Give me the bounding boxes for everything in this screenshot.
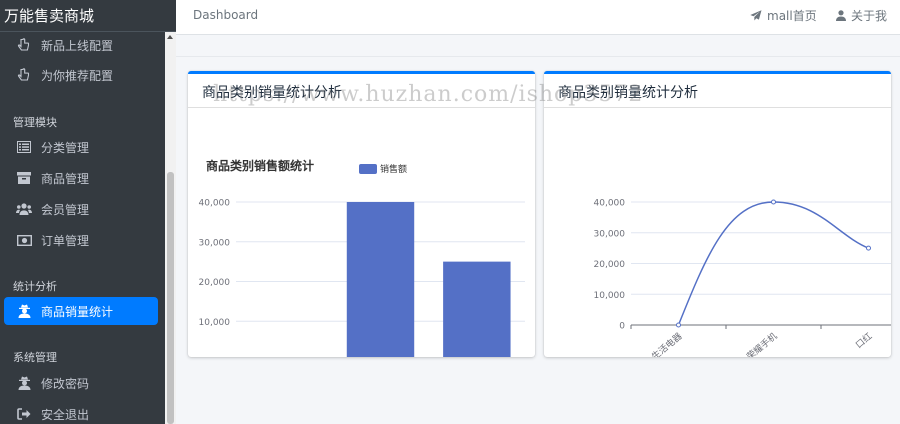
y-tick-label: 0	[619, 322, 625, 332]
sidebar-item-label: 为你推荐配置	[41, 68, 114, 83]
legend-swatch	[359, 164, 377, 174]
sidebar-item-members[interactable]: 会员管理	[4, 195, 158, 223]
y-tick-label: 20,000	[594, 260, 626, 270]
bar-chart: 商品类别销售额统计销售额010,00020,00030,00040,000生活电…	[199, 158, 525, 357]
nav-header-stats: 统计分析	[13, 280, 57, 293]
about-me-link[interactable]: 关于我	[836, 7, 887, 24]
nav-header-system: 系统管理	[13, 351, 57, 364]
sidebar-item-goods[interactable]: 商品管理	[4, 164, 158, 192]
content-header	[176, 35, 900, 57]
sidebar-item-sales-stats[interactable]: 商品销量统计	[4, 297, 158, 325]
hand-pointer-icon	[16, 38, 32, 52]
sidebar-item-label: 修改密码	[41, 376, 90, 391]
scroll-up-arrow-icon[interactable]	[167, 35, 173, 39]
sidebar-item-change-password[interactable]: 修改密码	[4, 369, 158, 397]
breadcrumb[interactable]: Dashboard	[193, 8, 258, 22]
legend-label: 销售额	[380, 163, 407, 175]
paper-plane-icon	[750, 10, 762, 21]
y-tick-label: 30,000	[199, 238, 231, 248]
line-chart-card: 商品类别销量统计分析 0 10,000 20,000 30,000 40,000 生活电器…	[544, 71, 891, 357]
sidebar-item-label: 会员管理	[41, 202, 90, 217]
top-navbar: Dashboard mall首页 关于我	[176, 0, 900, 35]
nav-header-manage: 管理模块	[13, 116, 57, 129]
scroll-thumb[interactable]	[167, 172, 174, 424]
user-secret-icon	[16, 304, 32, 318]
sidebar-scrollbar[interactable]	[165, 32, 176, 424]
y-tick-label: 20,000	[199, 278, 231, 288]
data-point	[866, 245, 871, 251]
sidebar-item-new-products[interactable]: 新品上线配置	[4, 31, 158, 59]
line-chart: 0 10,000 20,000 30,000 40,000 生活电器 荣耀手机 口红	[594, 199, 891, 357]
sidebar-item-label: 安全退出	[41, 407, 90, 422]
sidebar-item-orders[interactable]: 订单管理	[4, 226, 158, 254]
archive-icon	[16, 171, 32, 185]
sidebar-item-label: 订单管理	[41, 233, 90, 248]
card-title: 商品类别销量统计分析	[544, 74, 891, 108]
user-secret-icon	[16, 376, 32, 390]
x-tick-label: 生活电器	[649, 330, 684, 357]
y-tick-label: 40,000	[199, 199, 231, 209]
sidebar: 万能售卖商城 新品上线配置 为你推荐配置 管理模块 分类管理 商品管理 会员管理…	[0, 0, 176, 424]
y-tick-label: 10,000	[594, 291, 626, 301]
bar	[346, 202, 415, 357]
about-me-label: 关于我	[851, 9, 888, 23]
sidebar-item-label: 分类管理	[41, 140, 90, 155]
money-bill-icon	[16, 233, 32, 247]
list-icon	[16, 140, 32, 154]
data-point	[771, 199, 776, 205]
y-tick-label: 40,000	[594, 199, 626, 209]
bar-chart-card: 商品类别销量统计分析 商品类别销售额统计销售额010,00020,00030,0…	[188, 71, 535, 357]
x-tick-label: 口红	[853, 330, 875, 351]
data-point	[676, 322, 681, 328]
sidebar-item-label: 商品管理	[41, 171, 90, 186]
y-tick-label: 30,000	[594, 229, 626, 239]
hand-pointer-icon	[16, 68, 32, 82]
bar	[443, 261, 511, 357]
sidebar-item-logout[interactable]: 安全退出	[4, 400, 158, 424]
mall-home-link[interactable]: mall首页	[750, 7, 817, 24]
user-icon	[836, 10, 846, 21]
card-title: 商品类别销量统计分析	[188, 74, 535, 108]
brand-title[interactable]: 万能售卖商城	[0, 0, 176, 32]
sidebar-item-recommend[interactable]: 为你推荐配置	[4, 61, 158, 89]
mall-home-label: mall首页	[767, 9, 817, 23]
sidebar-item-label: 新品上线配置	[41, 38, 114, 53]
sidebar-item-label: 商品销量统计	[41, 304, 114, 319]
users-icon	[16, 202, 32, 216]
x-tick-label: 荣耀手机	[744, 330, 779, 357]
sign-out-icon	[16, 407, 32, 421]
sidebar-item-category[interactable]: 分类管理	[4, 133, 158, 161]
chart-title: 商品类别销售额统计	[206, 158, 314, 173]
y-tick-label: 10,000	[199, 318, 231, 328]
